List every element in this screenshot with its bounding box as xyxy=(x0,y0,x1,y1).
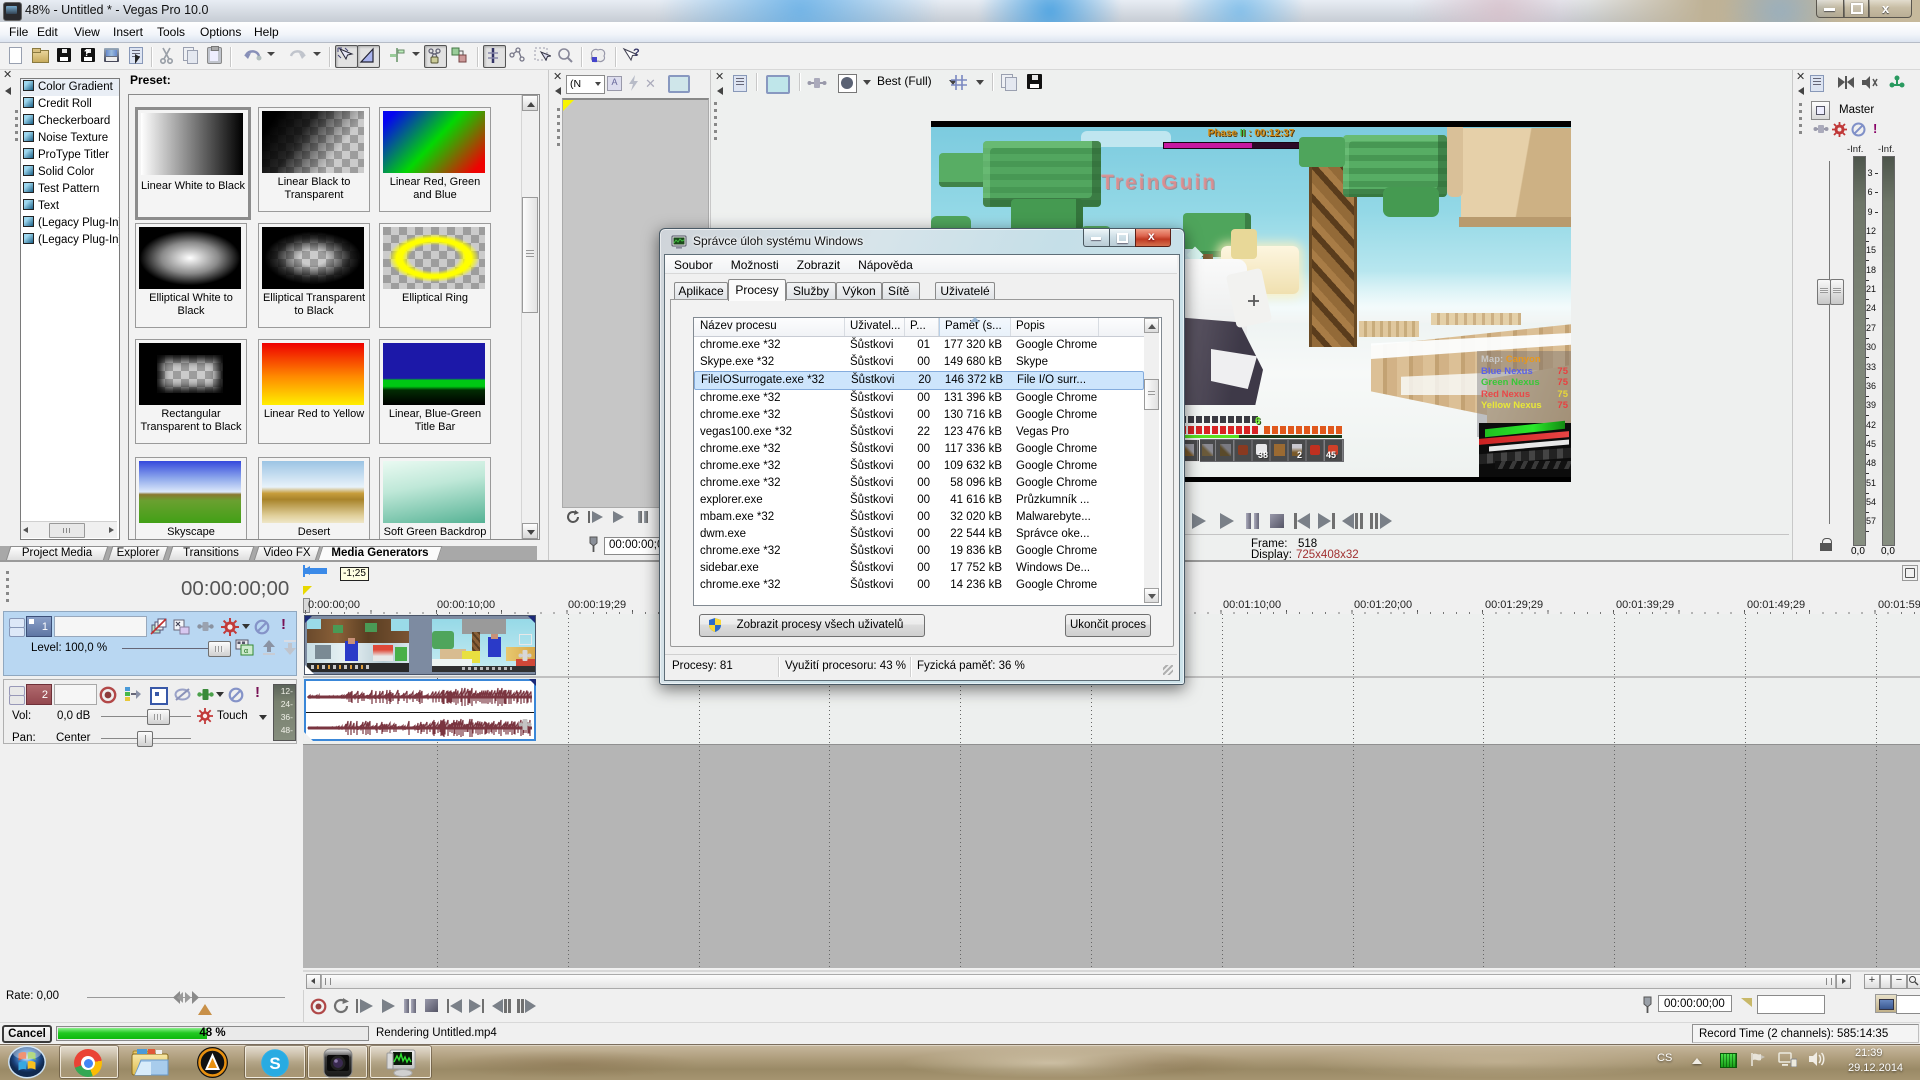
svg-text:α: α xyxy=(244,648,248,655)
svg-text:S: S xyxy=(269,1054,280,1073)
svg-text:?: ? xyxy=(633,47,640,59)
